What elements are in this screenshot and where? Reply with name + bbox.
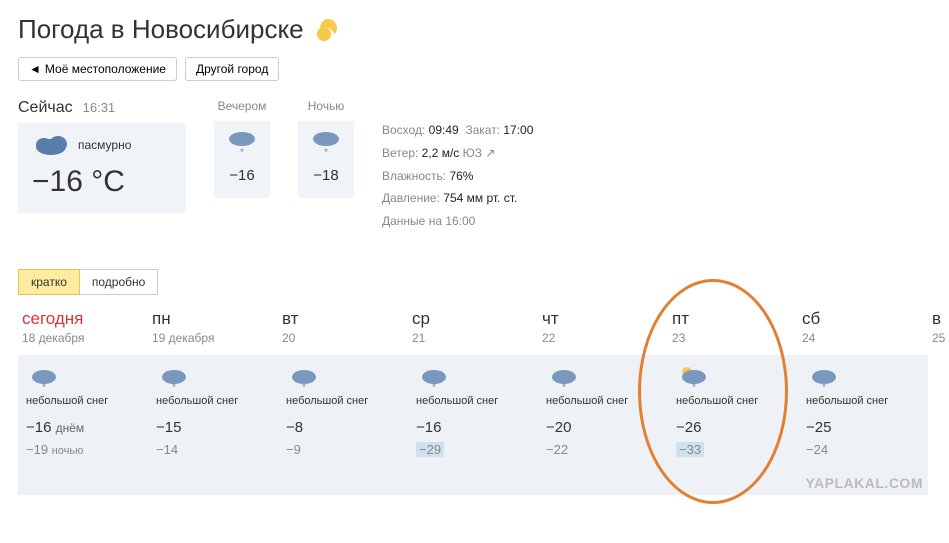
forecast-day[interactable]: вт 20 * небольшой снег −8 −9 — [278, 309, 408, 495]
day-of-week: пт — [672, 309, 794, 329]
now-condition: пасмурно — [78, 138, 131, 152]
temp-day: −8 — [286, 419, 400, 436]
mini-night: Ночью * −18 — [298, 99, 354, 198]
day-of-week: чт — [542, 309, 664, 329]
weather-icon: * — [156, 365, 270, 393]
forecast-day[interactable]: в 25 — [928, 309, 948, 495]
day-condition: небольшой снег — [26, 395, 140, 407]
temp-day: −16 днём — [26, 419, 140, 436]
day-condition: небольшой снег — [546, 395, 660, 407]
day-condition: небольшой снег — [806, 395, 920, 407]
temp-day: −20 — [546, 419, 660, 436]
snow-icon: * — [306, 129, 346, 157]
day-of-week: пн — [152, 309, 274, 329]
wind-direction-icon: ↗ — [485, 146, 495, 160]
location-arrow-icon: ◄ — [29, 62, 41, 76]
weather-icon: * — [546, 365, 660, 393]
day-date: 21 — [412, 331, 534, 345]
day-of-week: в — [932, 309, 944, 329]
temp-day: −25 — [806, 419, 920, 436]
forecast-day[interactable]: чт 22 * небольшой снег −20 −22 — [538, 309, 668, 495]
now-temp: −16 °C — [32, 165, 172, 199]
day-date: 19 декабря — [152, 331, 274, 345]
temp-night: −22 — [546, 442, 660, 457]
temp-night: −33 — [676, 442, 704, 457]
day-date: 20 — [282, 331, 404, 345]
my-location-button[interactable]: ◄ Моё местоположение — [18, 57, 177, 81]
forecast-day[interactable]: сегодня 18 декабря * небольшой снег −16 … — [18, 309, 148, 495]
day-date: 23 — [672, 331, 794, 345]
forecast-row: сегодня 18 декабря * небольшой снег −16 … — [18, 309, 931, 495]
day-of-week: сб — [802, 309, 924, 329]
now-details: Восход: 09:49 Закат: 17:00 Ветер: 2,2 м/… — [382, 99, 533, 233]
svg-text:*: * — [42, 382, 46, 391]
day-of-week: вт — [282, 309, 404, 329]
weather-icon: * — [286, 365, 400, 393]
now-time: 16:31 — [83, 100, 116, 115]
temp-day: −16 — [416, 419, 530, 436]
svg-text:*: * — [432, 382, 436, 391]
day-date: 24 — [802, 331, 924, 345]
day-condition: небольшой снег — [676, 395, 790, 407]
yandex-weather-logo-icon — [314, 16, 342, 44]
now-card: пасмурно −16 °C — [18, 123, 186, 213]
snow-icon: * — [222, 129, 262, 157]
day-of-week: сегодня — [22, 309, 144, 329]
temp-day: −26 — [676, 419, 790, 436]
svg-text:*: * — [302, 382, 306, 391]
svg-text:*: * — [324, 147, 328, 157]
svg-text:*: * — [240, 147, 244, 157]
temp-night: −9 — [286, 442, 400, 457]
day-date: 22 — [542, 331, 664, 345]
forecast-day[interactable]: пт 23 * небольшой снег −26 −33 — [668, 309, 798, 495]
weather-icon: * — [26, 365, 140, 393]
now-label: Сейчас — [18, 99, 73, 117]
tab-detailed[interactable]: подробно — [80, 269, 158, 295]
cloud-icon — [32, 133, 70, 157]
svg-text:*: * — [692, 382, 696, 391]
svg-text:*: * — [172, 382, 176, 391]
day-condition: небольшой снег — [416, 395, 530, 407]
temp-night: −14 — [156, 442, 270, 457]
page-title: Погода в Новосибирске — [18, 14, 304, 45]
tab-short[interactable]: кратко — [18, 269, 80, 295]
svg-text:*: * — [822, 382, 826, 391]
mini-evening: Вечером * −16 — [214, 99, 270, 198]
weather-icon: * — [806, 365, 920, 393]
day-condition: небольшой снег — [286, 395, 400, 407]
temp-night: −19 ночью — [26, 442, 140, 457]
temp-day: −15 — [156, 419, 270, 436]
svg-text:*: * — [562, 382, 566, 391]
day-date: 25 — [932, 331, 944, 345]
temp-night: −29 — [416, 442, 444, 457]
day-of-week: ср — [412, 309, 534, 329]
watermark: YAPLAKAL.COM — [806, 475, 924, 491]
day-date: 18 декабря — [22, 331, 144, 345]
temp-night: −24 — [806, 442, 920, 457]
forecast-day[interactable]: сб 24 * небольшой снег −25 −24 — [798, 309, 928, 495]
weather-icon: * — [676, 365, 790, 393]
forecast-day[interactable]: пн 19 декабря * небольшой снег −15 −14 — [148, 309, 278, 495]
other-city-button[interactable]: Другой город — [185, 57, 279, 81]
weather-icon: * — [416, 365, 530, 393]
forecast-day[interactable]: ср 21 * небольшой снег −16 −29 — [408, 309, 538, 495]
day-condition: небольшой снег — [156, 395, 270, 407]
